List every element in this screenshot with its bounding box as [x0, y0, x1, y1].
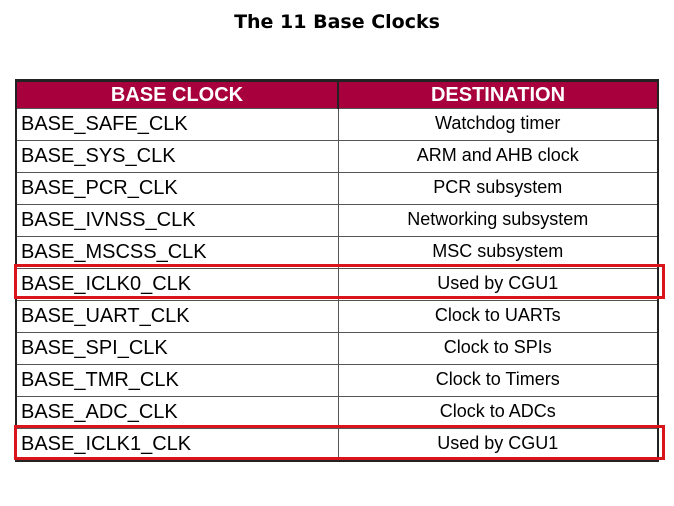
base-clock-cell: BASE_ICLK1_CLK — [15, 428, 339, 462]
destination-cell: Networking subsystem — [337, 204, 659, 237]
destination-cell: ARM and AHB clock — [337, 140, 659, 173]
base-clocks-table: BASE CLOCK DESTINATION BASE_SAFE_CLK Watc… — [15, 79, 659, 462]
base-clock-cell: BASE_IVNSS_CLK — [15, 204, 339, 237]
table-row: BASE_SYS_CLK ARM and AHB clock — [15, 140, 659, 173]
page-title: The 11 Base Clocks — [234, 11, 440, 33]
base-clock-cell: BASE_SPI_CLK — [15, 332, 339, 365]
table-row: BASE_SPI_CLK Clock to SPIs — [15, 332, 659, 365]
table-row: BASE_IVNSS_CLK Networking subsystem — [15, 204, 659, 237]
table-row: BASE_MSCSS_CLK MSC subsystem — [15, 236, 659, 269]
base-clock-cell: BASE_UART_CLK — [15, 300, 339, 333]
table-row: BASE_ADC_CLK Clock to ADCs — [15, 396, 659, 429]
base-clock-cell: BASE_TMR_CLK — [15, 364, 339, 397]
table-row: BASE_ICLK0_CLK Used by CGU1 — [15, 268, 659, 301]
base-clock-cell: BASE_PCR_CLK — [15, 172, 339, 205]
base-clock-cell: BASE_SAFE_CLK — [15, 108, 339, 141]
base-clock-cell: BASE_ICLK0_CLK — [15, 268, 339, 301]
destination-cell: Clock to UARTs — [337, 300, 659, 333]
destination-cell: Used by CGU1 — [337, 428, 659, 462]
destination-cell: Watchdog timer — [337, 108, 659, 141]
base-clock-cell: BASE_SYS_CLK — [15, 140, 339, 173]
column-header-destination: DESTINATION — [337, 79, 659, 109]
destination-cell: Clock to Timers — [337, 364, 659, 397]
table-row: BASE_PCR_CLK PCR subsystem — [15, 172, 659, 205]
destination-cell: Clock to ADCs — [337, 396, 659, 429]
base-clock-cell: BASE_MSCSS_CLK — [15, 236, 339, 269]
base-clock-cell: BASE_ADC_CLK — [15, 396, 339, 429]
table-row: BASE_ICLK1_CLK Used by CGU1 — [15, 428, 659, 462]
table-header-row: BASE CLOCK DESTINATION — [15, 79, 659, 109]
destination-cell: Used by CGU1 — [337, 268, 659, 301]
table-row: BASE_UART_CLK Clock to UARTs — [15, 300, 659, 333]
destination-cell: PCR subsystem — [337, 172, 659, 205]
destination-cell: Clock to SPIs — [337, 332, 659, 365]
table-row: BASE_TMR_CLK Clock to Timers — [15, 364, 659, 397]
destination-cell: MSC subsystem — [337, 236, 659, 269]
column-header-base-clock: BASE CLOCK — [15, 79, 339, 109]
table-row: BASE_SAFE_CLK Watchdog timer — [15, 108, 659, 141]
